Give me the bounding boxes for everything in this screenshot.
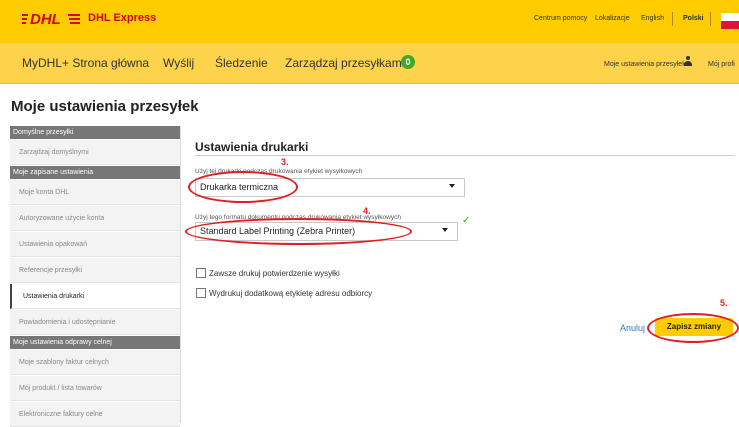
confirmation-checkbox-label: Zawsze drukuj potwierdzenie wysyłki xyxy=(209,269,340,278)
sidebar-heading-customs: Moje ustawienia odprawy celnej xyxy=(10,336,180,349)
annotation-number-5: 5. xyxy=(720,298,728,308)
section-divider xyxy=(195,155,735,156)
annotation-number-3: 3. xyxy=(281,157,289,167)
annotation-ellipse-5 xyxy=(647,313,739,343)
polish-link[interactable]: Polski xyxy=(683,15,704,22)
manage-count-badge: 0 xyxy=(401,55,415,69)
sidebar-item-notifications[interactable]: Powiadomienia i udostępnianie xyxy=(10,310,180,335)
annotation-ellipse-4 xyxy=(185,218,412,245)
sidebar-item-e-invoices[interactable]: Elektroniczne faktury celne xyxy=(10,402,180,427)
divider xyxy=(672,12,673,26)
dhl-logo[interactable]: DHL DHL Express xyxy=(22,10,156,26)
dhl-logo-icon: DHL xyxy=(22,11,80,26)
sidebar-item-packaging[interactable]: Ustawienia opakowań xyxy=(10,232,180,257)
divider xyxy=(710,12,711,26)
user-icon[interactable] xyxy=(683,56,693,67)
brand-text: DHL Express xyxy=(88,12,157,24)
annotation-number-4: 4. xyxy=(363,206,371,216)
section-title: Ustawienia drukarki xyxy=(195,140,309,154)
nav-ship[interactable]: Wyślij xyxy=(163,56,194,70)
sidebar-item-dhl-accounts[interactable]: Moje konta DHL xyxy=(10,180,180,205)
sidebar-item-invoice-templates[interactable]: Moje szablony faktur celnych xyxy=(10,350,180,375)
annotation-ellipse-3 xyxy=(188,171,298,203)
chevron-down-icon xyxy=(449,184,455,188)
sidebar-heading-saved: Moje zapisane ustawienia xyxy=(10,166,180,179)
sidebar-heading-default: Domyślne przesyłki xyxy=(10,126,180,139)
logo-text: DHL xyxy=(30,11,61,26)
extra-label-checkbox[interactable] xyxy=(196,288,206,298)
main-nav: MyDHL+ Strona główna Wyślij Śledzenie Za… xyxy=(0,43,739,84)
sidebar-item-printer-settings[interactable]: Ustawienia drukarki xyxy=(10,284,180,309)
page-title: Moje ustawienia przesyłek xyxy=(11,98,199,115)
nav-track[interactable]: Śledzenie xyxy=(215,56,268,70)
top-bar: DHL DHL Express Centrum pomocy Lokalizac… xyxy=(0,0,739,43)
settings-sidebar: Domyślne przesyłki Zarządzaj domyślnymi … xyxy=(10,126,181,427)
check-icon: ✓ xyxy=(462,215,471,226)
nav-shipment-settings[interactable]: Moje ustawienia przesyłek xyxy=(604,61,686,68)
nav-home[interactable]: MyDHL+ Strona główna xyxy=(22,56,149,70)
confirmation-checkbox[interactable] xyxy=(196,268,206,278)
help-link[interactable]: Centrum pomocy xyxy=(534,15,587,22)
extra-label-checkbox-label: Wydrukuj dodatkową etykietę adresu odbio… xyxy=(209,289,373,298)
locations-link[interactable]: Lokalizacje xyxy=(595,15,630,22)
sidebar-item-product-list[interactable]: Mój produkt / lista towarów xyxy=(10,376,180,401)
sidebar-item-authorized-use[interactable]: Autoryzowane użycie konta xyxy=(10,206,180,231)
cancel-link[interactable]: Anuluj xyxy=(620,323,645,333)
sidebar-item-references[interactable]: Referencje przesyłki xyxy=(10,258,180,283)
nav-manage[interactable]: Zarządzaj przesyłkami xyxy=(285,56,404,70)
nav-profile[interactable]: Mój profi xyxy=(708,61,735,68)
english-link[interactable]: English xyxy=(641,15,664,22)
poland-flag-icon xyxy=(721,13,739,29)
sidebar-item-manage-defaults[interactable]: Zarządzaj domyślnymi xyxy=(10,140,180,165)
chevron-down-icon xyxy=(442,228,448,232)
